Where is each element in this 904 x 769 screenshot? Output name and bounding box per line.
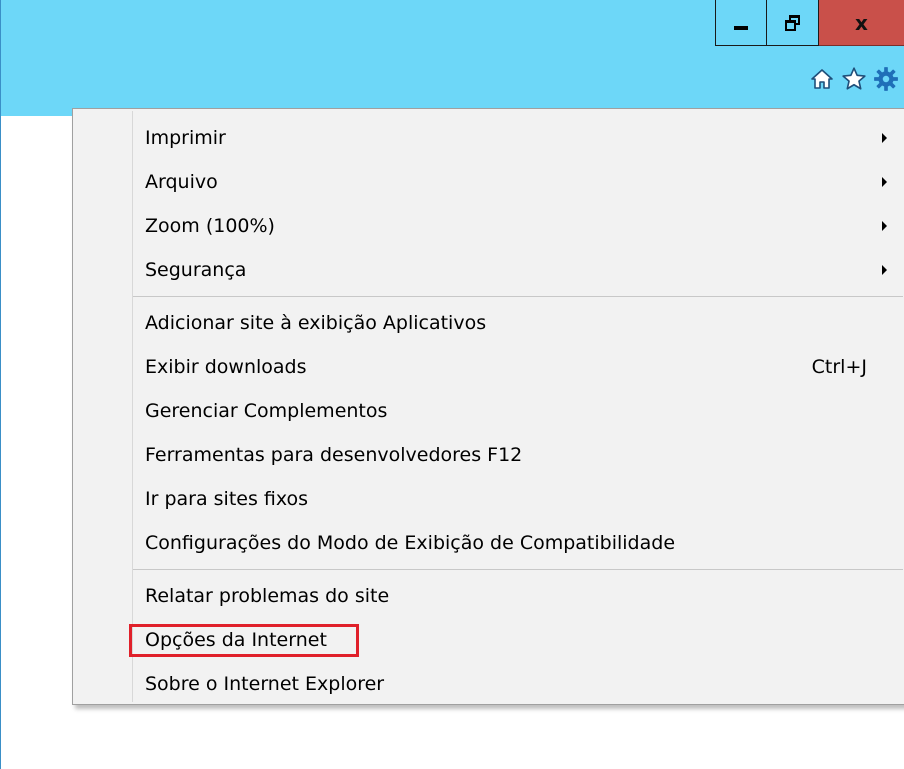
menu-item-label: Sobre o Internet Explorer	[145, 673, 385, 695]
menu-item-sobre-ie[interactable]: Sobre o Internet Explorer	[73, 662, 904, 706]
menu-item-label: Segurança	[145, 259, 247, 281]
submenu-arrow-icon	[882, 265, 887, 275]
submenu-arrow-icon	[882, 221, 887, 231]
menu-item-seguranca[interactable]: Segurança	[73, 248, 904, 292]
menu-item-sites-fixos[interactable]: Ir para sites fixos	[73, 477, 904, 521]
menu-item-label: Zoom (100%)	[145, 215, 275, 237]
close-button[interactable]: x	[819, 0, 904, 46]
home-icon	[811, 69, 833, 89]
menu-item-arquivo[interactable]: Arquivo	[73, 160, 904, 204]
menu-item-label: Arquivo	[145, 171, 218, 193]
menu-item-ferramentas-dev[interactable]: Ferramentas para desenvolvedores F12	[73, 433, 904, 477]
menu-item-label: Ferramentas para desenvolvedores F12	[145, 444, 523, 466]
caption-buttons: x	[715, 0, 904, 48]
menu-item-relatar-problemas[interactable]: Relatar problemas do site	[73, 574, 904, 618]
menu-item-label: Adicionar site à exibição Aplicativos	[145, 312, 487, 334]
menu-item-opcoes-internet[interactable]: Opções da Internet	[73, 618, 904, 662]
tools-menu: Imprimir Arquivo Zoom (100%) Segurança A…	[72, 108, 904, 705]
menu-item-adicionar-site[interactable]: Adicionar site à exibição Aplicativos	[73, 301, 904, 345]
menu-item-compatibilidade[interactable]: Configurações do Modo de Exibição de Com…	[73, 521, 904, 565]
menu-item-label: Ir para sites fixos	[145, 488, 309, 510]
close-icon: x	[855, 10, 868, 35]
star-icon	[842, 67, 866, 90]
menu-separator	[133, 569, 903, 570]
home-button[interactable]	[809, 66, 835, 92]
menu-separator	[133, 296, 903, 297]
restore-icon	[784, 14, 801, 31]
submenu-arrow-icon	[882, 133, 887, 143]
menu-item-imprimir[interactable]: Imprimir	[73, 116, 904, 160]
submenu-arrow-icon	[882, 177, 887, 187]
menu-item-label: Configurações do Modo de Exibição de Com…	[145, 532, 676, 554]
menu-item-gerenciar-complementos[interactable]: Gerenciar Complementos	[73, 389, 904, 433]
restore-button[interactable]	[767, 0, 819, 46]
toolbar-icons	[809, 66, 899, 92]
menu-item-label: Gerenciar Complementos	[145, 400, 388, 422]
browser-window: x Imprimir Arquivo Zoom (100%) Segurança…	[0, 0, 904, 769]
menu-item-label: Imprimir	[145, 127, 226, 149]
favorites-button[interactable]	[841, 66, 867, 92]
menu-item-exibir-downloads[interactable]: Exibir downloads Ctrl+J	[73, 345, 904, 389]
menu-item-label: Opções da Internet	[145, 629, 327, 651]
menu-item-zoom[interactable]: Zoom (100%)	[73, 204, 904, 248]
menu-item-shortcut: Ctrl+J	[811, 356, 867, 378]
title-bar: x	[1, 0, 904, 116]
menu-list: Imprimir Arquivo Zoom (100%) Segurança A…	[73, 116, 904, 706]
tools-button[interactable]	[873, 66, 899, 92]
menu-item-label: Relatar problemas do site	[145, 585, 390, 607]
minimize-button[interactable]	[715, 0, 767, 46]
minimize-icon	[734, 25, 748, 30]
gear-icon	[874, 67, 898, 91]
menu-item-label: Exibir downloads	[145, 356, 307, 378]
